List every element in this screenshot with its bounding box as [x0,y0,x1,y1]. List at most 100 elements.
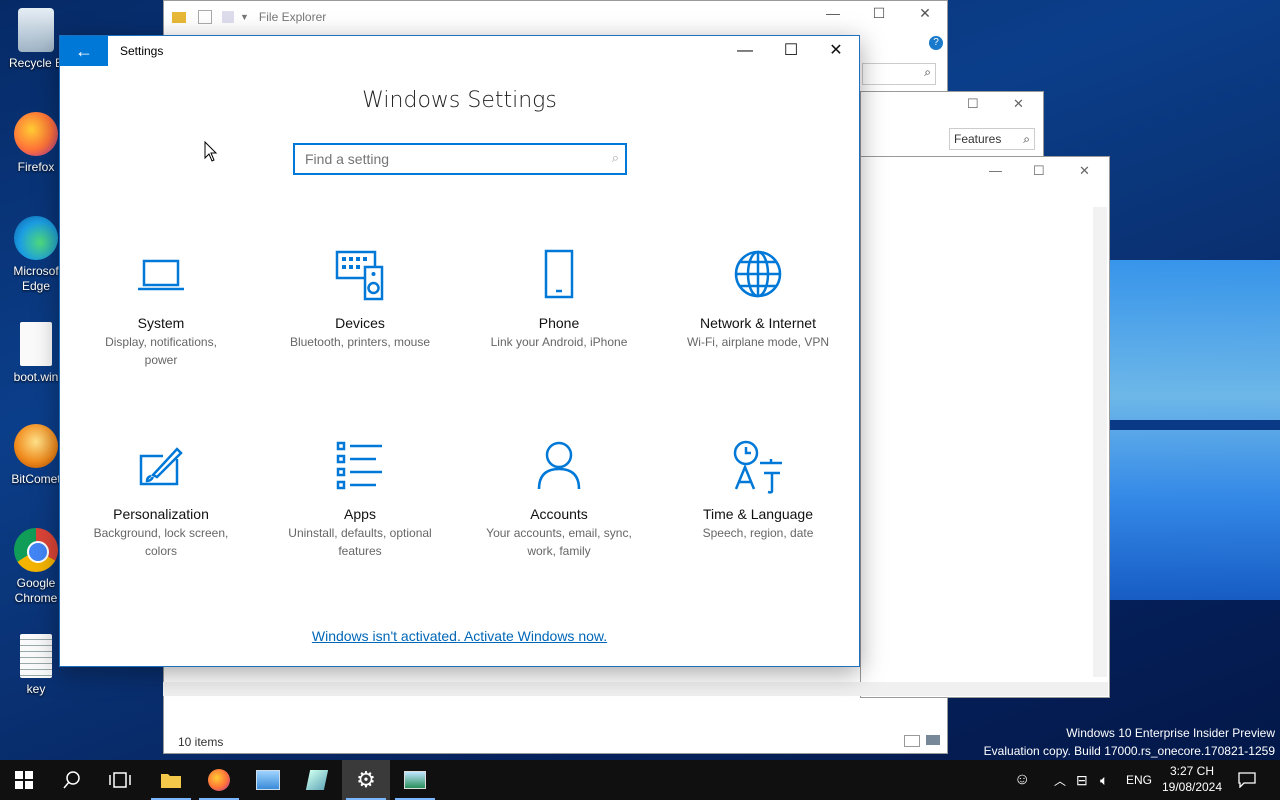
category-time-language[interactable]: Time & Language Speech, region, date [663,439,853,542]
taskbar-app-2[interactable] [293,760,341,800]
category-description: Your accounts, email, sync, work, family [486,526,632,558]
search-input[interactable] [295,145,605,173]
keyboard-speaker-icon [335,250,384,301]
fe-maximize-button[interactable]: ☐ [856,5,902,27]
category-title: Time & Language [703,506,813,522]
notepad-icon [305,770,329,790]
clock-button[interactable]: 3:27 CH 19/08/2024 [1160,763,1224,795]
category-apps[interactable]: Apps Uninstall, defaults, optional featu… [265,439,455,560]
search-icon [63,771,80,789]
bg2-minimize-button[interactable]: — [989,163,1002,178]
category-network-internet[interactable]: Network & Internet Wi-Fi, airplane mode,… [663,248,853,351]
start-button[interactable] [0,760,48,800]
taskbar-file-explorer[interactable] [147,760,195,800]
edge-icon [14,216,58,260]
page-title: Windows Settings [362,88,557,113]
apps-list-icon [336,441,382,490]
speaker-icon: 🔈︎ [1100,771,1109,788]
background-window: ☐ ✕ Features ⌕ [860,91,1044,157]
desktop-icon-label: key [26,682,46,696]
view-details-icon[interactable] [904,735,920,747]
close-button[interactable]: ✕ [813,36,859,66]
bg-maximize-button[interactable]: ☐ [967,96,979,112]
phone-icon [544,249,574,299]
input-language-button[interactable]: ENG [1126,760,1152,800]
recycle-bin-icon [18,8,54,52]
bg-search-box[interactable]: Features ⌕ [949,128,1035,150]
help-icon[interactable]: ? [929,36,943,50]
category-title: Accounts [530,506,588,522]
clock-time: 3:27 CH [1169,764,1215,778]
vertical-scrollbar[interactable] [1093,207,1107,677]
fe-close-button[interactable]: ✕ [902,5,948,27]
back-button[interactable]: ← [60,36,108,66]
clock-date: 19/08/2024 [1161,780,1223,794]
action-center-button[interactable] [1238,760,1256,800]
language-indicator: ENG [1126,773,1153,787]
chevron-down-icon[interactable]: ▼ [240,12,249,22]
taskbar-settings[interactable]: ⚙ [342,760,390,800]
settings-search-box[interactable]: ⌕ [293,143,627,175]
category-devices[interactable]: Devices Bluetooth, printers, mouse [265,248,455,351]
volume-button[interactable]: 🔈︎ [1100,760,1108,800]
people-icon: ☺ [1014,771,1031,788]
windows-logo-icon [15,771,33,789]
text-file-icon [20,634,52,678]
category-description: Link your Android, iPhone [490,335,628,349]
taskbar-search-button[interactable] [48,760,96,800]
bg-search-hint: Features [954,132,1002,146]
bg2-close-button[interactable]: ✕ [1079,163,1090,179]
globe-icon [734,250,782,298]
task-view-icon [109,772,131,788]
background-window-large: — ☐ ✕ [860,156,1110,698]
settings-window: ← Settings — ☐ ✕ Windows Settings ⌕ Syst… [59,35,860,667]
fe-minimize-button[interactable]: — [810,5,856,27]
taskbar-firefox[interactable] [195,760,243,800]
settings-window-title: Settings [120,44,164,58]
laptop-icon [138,259,184,291]
category-phone[interactable]: Phone Link your Android, iPhone [464,248,654,351]
activate-windows-link[interactable]: Windows isn't activated. Activate Window… [60,628,859,644]
category-title: Network & Internet [700,315,816,331]
mouse-cursor-icon [204,141,218,162]
maximize-button[interactable]: ☐ [768,36,814,66]
wallpaper-divider [1108,420,1280,430]
people-button[interactable]: ☺ [1014,760,1030,800]
file-icon [20,322,52,366]
quick-access-icon [198,10,212,24]
control-panel-icon [256,770,280,790]
bg2-maximize-button[interactable]: ☐ [1033,163,1045,179]
show-hidden-icons-button[interactable]: ︿ [1054,760,1066,800]
taskbar-app-3[interactable] [391,760,439,800]
category-description: Background, lock screen, colors [93,526,229,558]
file-explorer-title: File Explorer [258,10,327,24]
category-accounts[interactable]: Accounts Your accounts, email, sync, wor… [464,439,654,560]
watermark-edition: Windows 10 Enterprise Insider Preview [1066,726,1275,740]
category-title: Apps [344,506,376,522]
folder-icon [172,11,186,23]
bg-close-button[interactable]: ✕ [1013,96,1024,112]
category-description: Display, notifications, power [105,335,217,367]
fe-search-box[interactable]: ⌕ [862,63,936,85]
network-icon: ⊟ [1076,771,1088,788]
category-title: Personalization [113,506,209,522]
minimize-button[interactable]: — [722,36,768,66]
notification-icon [1238,772,1256,788]
taskbar-app-1[interactable] [244,760,292,800]
search-icon: ⌕ [611,150,619,165]
network-button[interactable]: ⊟ [1076,760,1088,800]
task-view-button[interactable] [96,760,144,800]
settings-titlebar: ← Settings — ☐ ✕ [60,36,859,66]
folder-icon [161,774,181,788]
horizontal-scrollbar[interactable] [163,682,1108,696]
category-description: Speech, region, date [702,526,814,540]
person-icon [537,441,581,490]
category-description: Wi-Fi, airplane mode, VPN [686,335,830,349]
category-personalization[interactable]: Personalization Background, lock screen,… [66,439,256,560]
view-large-icons-icon[interactable] [926,735,940,745]
category-description: Bluetooth, printers, mouse [289,335,431,349]
category-system[interactable]: System Display, notifications, power [66,248,256,369]
firefox-icon [208,769,230,791]
category-title: Devices [335,315,385,331]
taskbar: ⚙ ☺ ︿ ⊟ 🔈︎ ENG 3:27 CH 19/08/2024 [0,760,1280,800]
